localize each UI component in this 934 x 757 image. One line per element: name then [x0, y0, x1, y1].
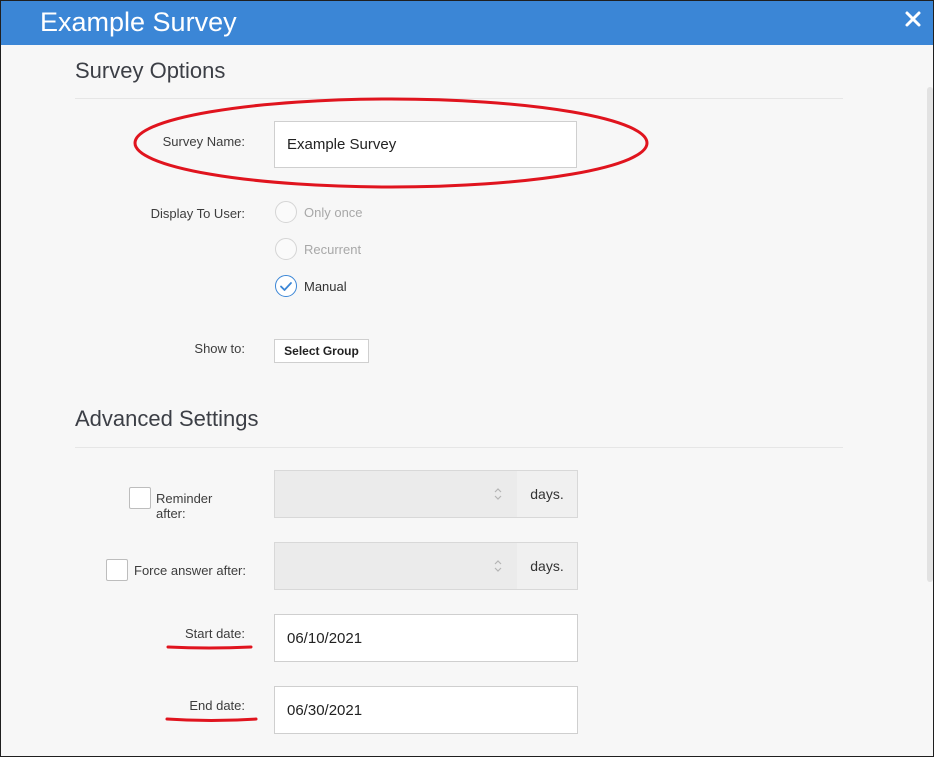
annotation-underline-end [165, 717, 258, 722]
start-date-input[interactable]: 06/10/2021 [274, 614, 578, 662]
advanced-settings-heading: Advanced Settings [75, 406, 259, 431]
dialog: Example Survey Survey Options Survey Nam… [0, 0, 934, 757]
force-answer-days-input[interactable] [274, 542, 518, 590]
end-date-input[interactable]: 06/30/2021 [274, 686, 578, 734]
force-answer-unit: days. [517, 542, 578, 590]
show-to-label: Show to: [194, 341, 245, 356]
divider [75, 98, 843, 99]
close-icon[interactable] [903, 9, 923, 29]
display-to-user-label: Display To User: [150, 206, 245, 221]
dialog-titlebar: Example Survey [1, 1, 933, 45]
radio-only-once-label: Only once [304, 205, 363, 220]
radio-manual-label: Manual [304, 279, 347, 294]
radio-manual[interactable] [275, 275, 297, 297]
force-answer-label: Force answer after: [134, 563, 246, 578]
divider [75, 447, 843, 448]
survey-options-heading: Survey Options [75, 58, 226, 83]
reminder-unit: days. [517, 470, 578, 518]
radio-recurrent[interactable] [275, 238, 297, 260]
radio-only-once[interactable] [275, 201, 297, 223]
spinner-icon[interactable] [493, 485, 503, 503]
start-date-label: Start date: [185, 626, 245, 641]
reminder-checkbox[interactable] [129, 487, 151, 509]
annotation-underline-start [166, 645, 253, 650]
survey-name-input[interactable]: Example Survey [274, 121, 577, 168]
check-icon [280, 282, 292, 291]
reminder-label: Reminder after: [156, 491, 213, 521]
survey-name-label: Survey Name: [162, 134, 245, 149]
force-answer-checkbox[interactable] [106, 559, 128, 581]
radio-recurrent-label: Recurrent [304, 242, 362, 257]
dialog-title: Example Survey [40, 7, 237, 37]
select-group-button[interactable]: Select Group [274, 339, 369, 363]
reminder-days-input[interactable] [274, 470, 518, 518]
end-date-label: End date: [189, 698, 245, 713]
spinner-icon[interactable] [493, 557, 503, 575]
scrollbar[interactable] [927, 87, 933, 582]
